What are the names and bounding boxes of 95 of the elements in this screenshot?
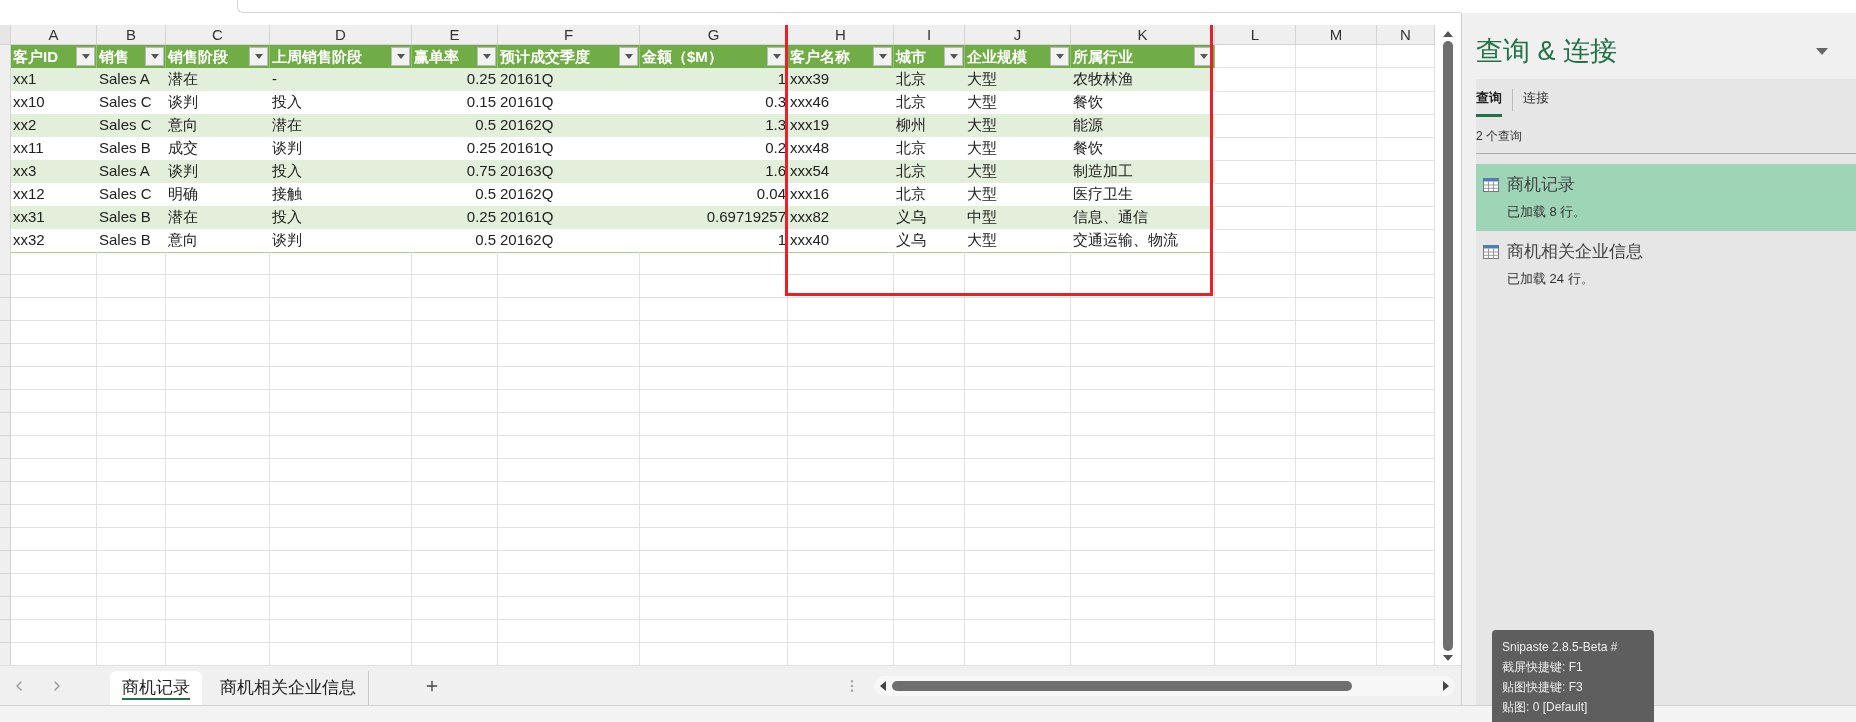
table-cell: 义乌 <box>894 206 965 230</box>
column-header[interactable]: N <box>1377 25 1435 44</box>
column-header[interactable]: B <box>97 25 166 44</box>
table-cell: 大型 <box>965 68 1071 92</box>
table-cell: 北京 <box>894 160 965 184</box>
query-status: 已加载 8 行。 <box>1506 202 1588 221</box>
table-cell: 0.75 <box>412 160 498 184</box>
column-header[interactable]: H <box>788 25 894 44</box>
table-cell: xx32 <box>11 229 97 253</box>
table-cell: 谈判 <box>270 229 412 253</box>
table-cell: 中型 <box>965 206 1071 230</box>
table-cell: 1.3 <box>640 114 788 138</box>
table-cell: 潜在 <box>270 114 412 138</box>
column-header[interactable]: C <box>166 25 270 44</box>
column-header[interactable]: E <box>412 25 498 44</box>
column-header[interactable]: L <box>1215 25 1296 44</box>
table-cell: - <box>270 68 412 92</box>
table-cell: xxx54 <box>788 160 894 184</box>
table-cell: xx2 <box>11 114 97 138</box>
table-cell: 柳州 <box>894 114 965 138</box>
column-header[interactable]: G <box>640 25 788 44</box>
table-cell: 信息、通信 <box>1071 206 1215 230</box>
table-cell: xxx82 <box>788 206 894 230</box>
table-cell: 潜在 <box>166 68 270 92</box>
panel-tab[interactable]: 查询 <box>1476 82 1502 117</box>
table-cell: xx31 <box>11 206 97 230</box>
header-label: 销售 <box>99 49 129 64</box>
tooltip-line: Snipaste 2.8.5-Beta # <box>1502 639 1619 656</box>
header-label: 销售阶段 <box>168 49 228 64</box>
tooltip-line: 贴图: 0 [Default] <box>1502 699 1589 716</box>
table-cell: xxx39 <box>788 68 894 92</box>
query-item[interactable]: 商机相关企业信息 已加载 24 行。 <box>1476 231 1856 298</box>
header-label: 赢单率 <box>414 49 459 64</box>
table-cell: 20161Q <box>498 68 640 92</box>
table-cell: 0.25 <box>412 206 498 230</box>
table-cell: 农牧林渔 <box>1071 68 1215 92</box>
header-label: 企业规模 <box>967 49 1027 64</box>
tooltip-line: 贴图快捷键: F3 <box>1502 679 1584 696</box>
table-cell: 制造加工 <box>1071 160 1215 184</box>
header-label: 预计成交季度 <box>500 49 590 64</box>
query-name: 商机记录 <box>1507 174 1575 196</box>
table-cell: 北京 <box>894 68 965 92</box>
table-cell: 0.25 <box>412 68 498 92</box>
query-status: 已加载 24 行。 <box>1506 269 1595 288</box>
table-cell: Sales A <box>97 68 166 92</box>
column-header[interactable]: I <box>894 25 965 44</box>
header-label: 金额（$M） <box>642 49 723 64</box>
header-label: 所属行业 <box>1073 49 1133 64</box>
table-cell: 大型 <box>965 160 1071 184</box>
table-cell: 1 <box>640 229 788 253</box>
table-cell: 投入 <box>270 206 412 230</box>
table-cell: 20162Q <box>498 229 640 253</box>
table-cell: 能源 <box>1071 114 1215 138</box>
table-cell: 1 <box>640 68 788 92</box>
table-cell: 0.5 <box>412 229 498 253</box>
column-header[interactable]: A <box>11 25 97 44</box>
table-cell: 大型 <box>965 114 1071 138</box>
table-cell: 意向 <box>166 229 270 253</box>
panel-tab[interactable]: 连接 <box>1523 82 1549 117</box>
table-cell: 投入 <box>270 160 412 184</box>
table-cell: Sales B <box>97 229 166 253</box>
query-item[interactable]: 商机记录 已加载 8 行。 <box>1476 164 1856 231</box>
table-cell: Sales C <box>97 114 166 138</box>
column-header[interactable]: M <box>1296 25 1377 44</box>
table-cell: 意向 <box>166 114 270 138</box>
table-cell: 大型 <box>965 229 1071 253</box>
table-cell: 谈判 <box>166 160 270 184</box>
table-cell: 20163Q <box>498 160 640 184</box>
table-cell: xx1 <box>11 68 97 92</box>
query-count: 2 个查询 <box>1476 128 1523 145</box>
sheet-tab[interactable]: 商机记录 <box>110 671 202 705</box>
header-label: 客户名称 <box>790 49 850 64</box>
column-header[interactable]: J <box>965 25 1071 44</box>
table-cell: Sales A <box>97 160 166 184</box>
panel-title: 查询 & 连接 <box>1476 34 1617 68</box>
header-label: 城市 <box>896 49 926 64</box>
table-cell: 潜在 <box>166 206 270 230</box>
table-cell: 20162Q <box>498 114 640 138</box>
column-header[interactable]: K <box>1071 25 1215 44</box>
header-label: 上周销售阶段 <box>272 49 362 64</box>
tooltip-line: 截屏快捷键: F1 <box>1502 659 1584 676</box>
table-cell: xxx40 <box>788 229 894 253</box>
table-cell: 0.5 <box>412 114 498 138</box>
table-cell: 20161Q <box>498 206 640 230</box>
table-cell: xx3 <box>11 160 97 184</box>
column-header[interactable]: D <box>270 25 412 44</box>
query-name: 商机相关企业信息 <box>1507 241 1643 263</box>
header-label: 客户ID <box>13 49 58 64</box>
column-header[interactable]: F <box>498 25 640 44</box>
table-cell: Sales B <box>97 206 166 230</box>
table-cell: xxx19 <box>788 114 894 138</box>
table-cell: 义乌 <box>894 229 965 253</box>
table-cell: 交通运输、物流 <box>1071 229 1215 253</box>
table-cell: 1.6 <box>640 160 788 184</box>
table-cell: 0.69719257 <box>640 206 788 230</box>
